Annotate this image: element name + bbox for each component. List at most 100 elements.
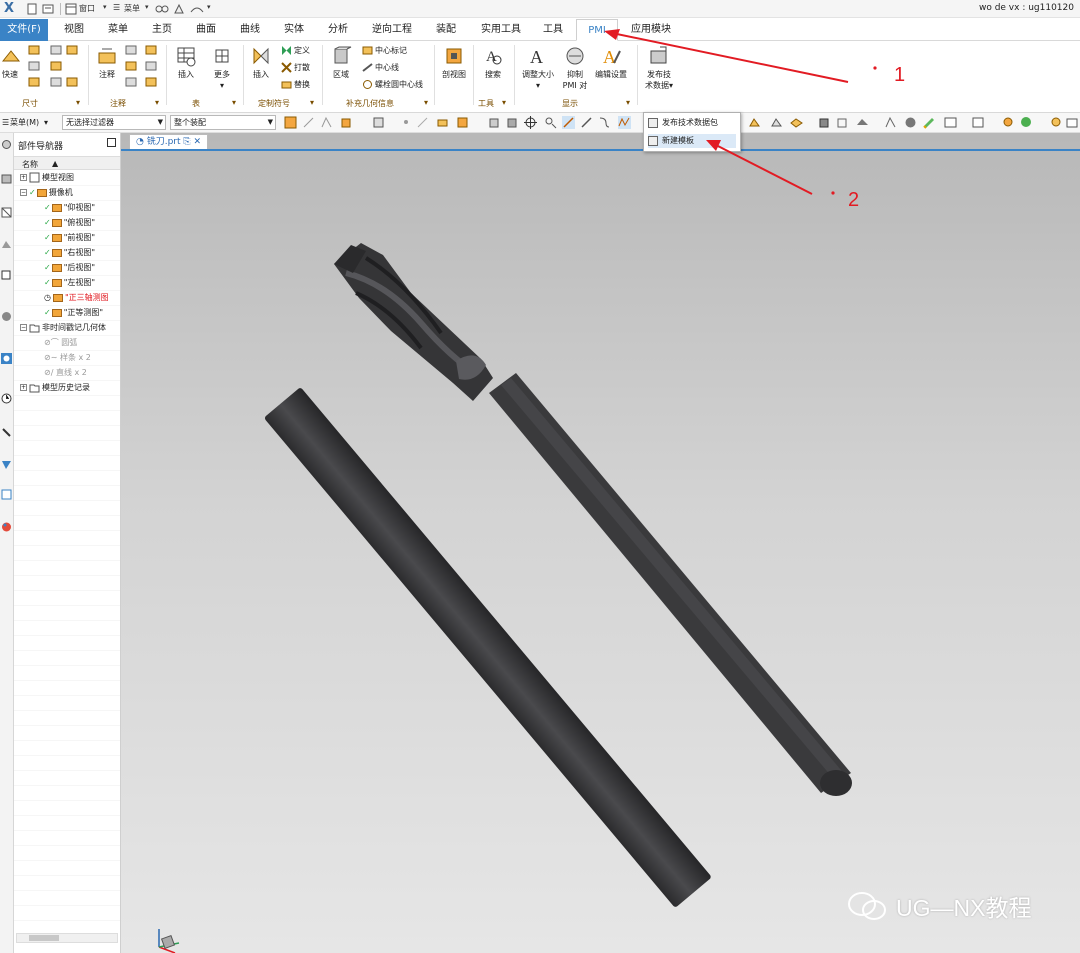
tree-node-geometry[interactable]: ⊘∕ 直线 x 2 [44,367,87,379]
role-icon[interactable] [1,489,12,500]
tree-node-view[interactable]: ✓ "正等测图" [44,307,103,319]
chevron-down-icon[interactable]: ▾ [310,98,314,107]
sync-icon[interactable] [1020,116,1033,129]
tab-assembly[interactable]: 装配 [424,19,468,41]
view-tool-icon[interactable] [770,116,783,129]
tree-node-view[interactable]: ✓ "仰视图" [44,202,95,214]
endpoint-icon[interactable] [416,116,429,129]
chevron-down-icon[interactable]: ▾ [76,98,80,107]
tree-node-view[interactable]: ✓ "左视图" [44,277,95,289]
navigator-scrollbar[interactable] [16,933,118,943]
center-mark-button[interactable]: 中心标记 [362,45,407,56]
chevron-down-icon[interactable]: ▾ [207,3,211,11]
snap-icon[interactable] [372,116,385,129]
layer-icon[interactable] [972,116,985,129]
orient-icon[interactable] [884,116,897,129]
replace-symbol-button[interactable]: 替换 [281,79,310,90]
collapse-icon[interactable]: − [20,189,27,196]
chevron-down-icon[interactable]: ▾ [44,117,48,128]
tab-view[interactable]: 视图 [52,19,96,41]
assembly-icon[interactable] [1,207,12,218]
midpoint-icon[interactable] [436,116,449,129]
end-mill-model[interactable] [121,133,1080,953]
line-alt-icon[interactable] [580,116,593,129]
center-line-button[interactable]: 中心线 [362,62,399,73]
chevron-down-icon[interactable]: ▾ [155,98,159,107]
tree-node-geometry[interactable]: ⊘∼ 样条 x 2 [44,352,91,364]
color-palette-icon[interactable] [922,116,935,129]
point-icon[interactable] [400,116,413,129]
window-frame-icon[interactable] [944,116,957,129]
tab-pmi[interactable]: PMI [576,19,618,41]
bolt-circle-button[interactable]: 螺栓圆中心线 [362,79,423,90]
tree-node-view[interactable]: ✓ "后视图" [44,262,95,274]
graphics-window[interactable]: ◔ 铣刀.prt ⎘ ✕ [121,133,1080,953]
history-icon[interactable] [1,393,12,404]
arc-icon[interactable] [190,4,204,14]
resize-button[interactable]: A 调整大小 ▾ [518,45,558,91]
view-tool-icon[interactable] [790,116,803,129]
quick-dimension-button[interactable]: 快速 [0,45,21,80]
select-filter-icon[interactable] [284,116,297,129]
annotation-tools-icons[interactable] [124,44,162,92]
selection-filter-select[interactable]: 无选择过滤器 ▼ [62,115,166,130]
select-face-icon[interactable] [320,116,333,129]
chevron-down-icon[interactable]: ▾ [502,98,506,107]
tree-node-view[interactable]: ✓ "右视图" [44,247,95,259]
assembly-scope-select[interactable]: 整个装配 ▼ [170,115,276,130]
dimension-tools-icons[interactable] [27,44,79,92]
chevron-down-icon[interactable]: ▾ [232,98,236,107]
expand-icon[interactable]: + [20,384,27,391]
menu-item-publish-package[interactable]: 发布技术数据包 [648,116,736,130]
edit-settings-button[interactable]: A 编辑设置 [592,45,630,80]
select-body-icon[interactable] [340,116,353,129]
cube-icon[interactable] [1,269,12,280]
render-wire-icon[interactable] [836,116,849,129]
tree-node-view[interactable]: ✓ "前视图" [44,232,95,244]
navigator-column-header[interactable]: 名称 ▲ [14,156,120,170]
sphere-icon[interactable] [1,311,12,322]
pen-icon[interactable] [1,427,12,438]
open-file-icon[interactable] [42,3,54,15]
table-insert-button[interactable]: 插入 [172,45,200,80]
file-menu-tab[interactable]: 文件(F) [0,19,48,41]
explode-symbol-button[interactable]: 打散 [281,62,310,73]
tree-node-view-active[interactable]: ◷ "正三轴测图 [44,292,109,304]
tree-node-view[interactable]: ✓ "俯视图" [44,217,95,229]
maximize-icon[interactable] [107,138,116,147]
chevron-down-icon[interactable]: ▾ [103,3,107,11]
define-symbol-button[interactable]: 定义 [281,45,310,56]
web-browser-icon[interactable] [1,353,12,364]
tab-surface[interactable]: 曲面 [184,19,228,41]
fit-icon[interactable] [1002,116,1015,129]
render-cube-icon[interactable] [818,116,831,129]
suppress-pmi-button[interactable]: 抑制 PMI 对 [560,45,590,91]
tab-solid[interactable]: 实体 [272,19,316,41]
palette-icon[interactable] [1,521,12,532]
settings-icon[interactable] [1050,116,1063,129]
select-feature-icon[interactable] [302,116,315,129]
shape-icon[interactable] [173,3,185,15]
tab-analysis[interactable]: 分析 [316,19,360,41]
tab-home[interactable]: 主页 [140,19,184,41]
window-menu[interactable]: 窗口 [79,3,95,14]
tree-node-cameras[interactable]: − ✓ 摄像机 [20,187,73,199]
table-more-button[interactable]: 更多 ▾ [208,45,236,91]
spline-icon[interactable] [618,116,631,129]
publish-tech-data-button[interactable]: 发布技 术数据▾ [642,45,676,91]
snap-point-icon[interactable] [544,116,557,129]
intersection-icon[interactable] [456,116,469,129]
chevron-down-icon[interactable]: ▾ [145,3,149,11]
menu-button[interactable]: 菜单 [124,3,140,14]
tree-node-geometry[interactable]: ⊘⌒ 圆弧 [44,337,77,349]
tab-applications[interactable]: 应用模块 [622,19,680,41]
curve-icon[interactable] [598,116,611,129]
symbol-insert-button[interactable]: 插入 [248,45,274,80]
chevron-down-icon[interactable]: ▾ [626,98,630,107]
pmi-icon[interactable] [1,459,12,470]
new-file-icon[interactable] [26,3,38,15]
glasses-icon[interactable] [155,4,169,14]
constraint-icon[interactable] [1,239,12,250]
expand-icon[interactable]: + [20,174,27,181]
chevron-down-icon[interactable]: ▾ [424,98,428,107]
